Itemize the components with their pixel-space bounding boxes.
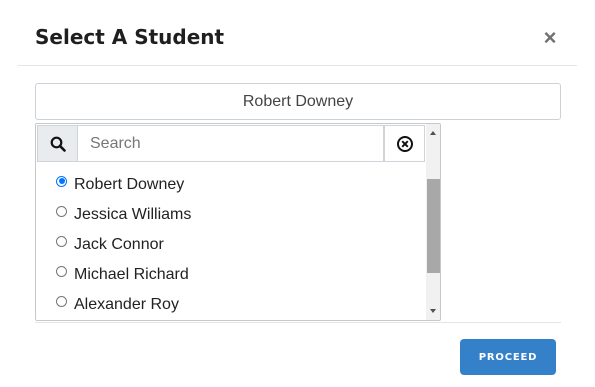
clear-search-icon[interactable]	[384, 125, 425, 162]
footer-divider	[35, 322, 561, 323]
student-name: Jack Connor	[74, 236, 164, 253]
radio-button[interactable]	[56, 265, 67, 277]
radio-button[interactable]	[56, 235, 67, 247]
search-input[interactable]	[78, 125, 384, 162]
student-option[interactable]: Jack Connor	[36, 230, 426, 260]
proceed-button[interactable]: PROCEED	[460, 339, 556, 375]
scroll-down-icon[interactable]	[426, 304, 440, 318]
radio-button[interactable]	[56, 295, 67, 307]
student-list: Robert Downey Jessica Williams Jack Conn…	[36, 170, 426, 320]
student-option[interactable]: Jessica Williams	[36, 200, 426, 230]
radio-button[interactable]	[56, 205, 67, 217]
student-name: Jessica Williams	[74, 206, 192, 223]
student-name: Alexander Roy	[74, 296, 179, 313]
list-scrollbar[interactable]	[426, 124, 440, 320]
student-option[interactable]: Alexander Roy	[36, 290, 426, 320]
close-icon[interactable]: ×	[540, 26, 560, 50]
scrollbar-thumb[interactable]	[427, 179, 440, 273]
student-dropdown: Robert Downey Jessica Williams Jack Conn…	[35, 123, 441, 321]
scroll-up-icon[interactable]	[426, 126, 440, 140]
header-divider	[18, 65, 577, 66]
selected-student-field[interactable]: Robert Downey	[35, 83, 561, 120]
dialog-title: Select A Student	[35, 25, 225, 49]
radio-button[interactable]	[56, 175, 67, 187]
student-option[interactable]: Michael Richard	[36, 260, 426, 290]
student-name: Michael Richard	[74, 266, 189, 283]
student-name: Robert Downey	[74, 176, 185, 193]
search-icon[interactable]	[37, 125, 78, 162]
student-option[interactable]: Robert Downey	[36, 170, 426, 200]
